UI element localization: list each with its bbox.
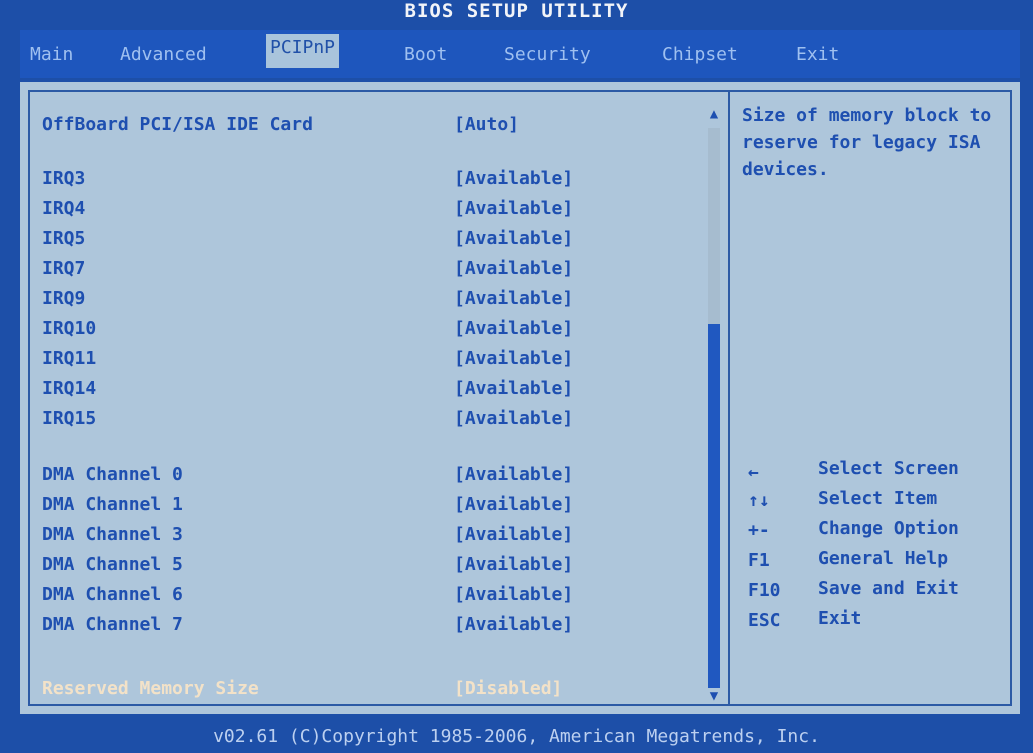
setting-label: IRQ3 [42, 168, 86, 189]
setting-value[interactable]: [Available] [454, 408, 573, 429]
key-save-exit: F10 [748, 580, 781, 601]
setting-label: IRQ15 [42, 408, 97, 429]
setting-label: IRQ7 [42, 258, 86, 279]
setting-row-irq7[interactable]: IRQ7 [Available] [42, 258, 642, 286]
tab-main[interactable]: Main [26, 40, 77, 70]
setting-label: OffBoard PCI/ISA IDE Card [42, 114, 313, 135]
setting-row-dma3[interactable]: DMA Channel 3 [Available] [42, 524, 642, 552]
setting-label: IRQ4 [42, 198, 86, 219]
help-text: Size of memory block to reserve for lega… [742, 105, 992, 180]
setting-value[interactable]: [Available] [454, 198, 573, 219]
setting-value[interactable]: [Disabled] [454, 678, 562, 699]
setting-value[interactable]: [Available] [454, 168, 573, 189]
setting-row-irq9[interactable]: IRQ9 [Available] [42, 288, 642, 316]
setting-label: IRQ11 [42, 348, 97, 369]
key-desc-save-exit: Save and Exit [818, 578, 959, 599]
setting-row-irq15[interactable]: IRQ15 [Available] [42, 408, 642, 436]
setting-label: DMA Channel 1 [42, 494, 183, 515]
setting-row-reserved-memory-size[interactable]: Reserved Memory Size [Disabled] [42, 678, 642, 706]
setting-label: DMA Channel 3 [42, 524, 183, 545]
setting-value[interactable]: [Available] [454, 348, 573, 369]
setting-value[interactable]: [Available] [454, 464, 573, 485]
menu-bar: Main Advanced PCIPnP Boot Security Chips… [20, 30, 1020, 78]
help-pane: Size of memory block to reserve for lega… [728, 90, 1012, 706]
setting-label: DMA Channel 5 [42, 554, 183, 575]
setting-value[interactable]: [Auto] [454, 114, 519, 135]
setting-row-irq10[interactable]: IRQ10 [Available] [42, 318, 642, 346]
setting-value[interactable]: [Available] [454, 584, 573, 605]
key-desc-select-screen: Select Screen [818, 458, 959, 479]
setting-label: Reserved Memory Size [42, 678, 259, 699]
setting-value[interactable]: [Available] [454, 258, 573, 279]
main-panel: OffBoard PCI/ISA IDE Card [Auto] IRQ3 [A… [20, 82, 1020, 714]
key-desc-general-help: General Help [818, 548, 949, 569]
scroll-up-arrow-icon[interactable]: ▲ [705, 106, 723, 124]
setting-label: IRQ5 [42, 228, 86, 249]
setting-value[interactable]: [Available] [454, 378, 573, 399]
setting-row-dma7[interactable]: DMA Channel 7 [Available] [42, 614, 642, 642]
tab-security[interactable]: Security [500, 40, 595, 70]
key-desc-select-item: Select Item [818, 488, 938, 509]
setting-row-dma6[interactable]: DMA Channel 6 [Available] [42, 584, 642, 612]
key-general-help: F1 [748, 550, 770, 571]
setting-value[interactable]: [Available] [454, 228, 573, 249]
setting-value[interactable]: [Available] [454, 524, 573, 545]
setting-label: IRQ10 [42, 318, 97, 339]
copyright-footer: v02.61 (C)Copyright 1985-2006, American … [213, 726, 820, 747]
tab-chipset[interactable]: Chipset [658, 40, 742, 70]
key-select-screen: ← [748, 462, 759, 483]
setting-row-irq4[interactable]: IRQ4 [Available] [42, 198, 642, 226]
bios-title: BIOS SETUP UTILITY [404, 0, 629, 22]
setting-row-offboard-ide[interactable]: OffBoard PCI/ISA IDE Card [Auto] [42, 114, 642, 142]
key-change-option: +- [748, 520, 770, 541]
key-exit: ESC [748, 610, 781, 631]
key-desc-change-option: Change Option [818, 518, 959, 539]
setting-label: DMA Channel 6 [42, 584, 183, 605]
tab-pcipnp[interactable]: PCIPnP [266, 34, 340, 68]
setting-row-dma5[interactable]: DMA Channel 5 [Available] [42, 554, 642, 582]
setting-value[interactable]: [Available] [454, 614, 573, 635]
setting-value[interactable]: [Available] [454, 288, 573, 309]
setting-row-dma1[interactable]: DMA Channel 1 [Available] [42, 494, 642, 522]
setting-row-irq5[interactable]: IRQ5 [Available] [42, 228, 642, 256]
settings-pane: OffBoard PCI/ISA IDE Card [Auto] IRQ3 [A… [28, 90, 730, 706]
setting-row-dma0[interactable]: DMA Channel 0 [Available] [42, 464, 642, 492]
setting-row-irq11[interactable]: IRQ11 [Available] [42, 348, 642, 376]
setting-value[interactable]: [Available] [454, 554, 573, 575]
setting-label: IRQ9 [42, 288, 86, 309]
setting-label: IRQ14 [42, 378, 97, 399]
tab-exit[interactable]: Exit [792, 40, 843, 70]
setting-label: DMA Channel 7 [42, 614, 183, 635]
setting-value[interactable]: [Available] [454, 318, 573, 339]
setting-row-irq3[interactable]: IRQ3 [Available] [42, 168, 642, 196]
tab-boot[interactable]: Boot [400, 40, 451, 70]
key-select-item: ↑↓ [748, 490, 770, 511]
scrollbar[interactable] [708, 128, 720, 688]
key-desc-exit: Exit [818, 608, 862, 629]
tab-advanced[interactable]: Advanced [116, 40, 211, 70]
setting-value[interactable]: [Available] [454, 494, 573, 515]
scrollbar-thumb[interactable] [708, 324, 720, 688]
setting-label: DMA Channel 0 [42, 464, 183, 485]
setting-row-irq14[interactable]: IRQ14 [Available] [42, 378, 642, 406]
scroll-down-arrow-icon[interactable]: ▼ [705, 688, 723, 706]
